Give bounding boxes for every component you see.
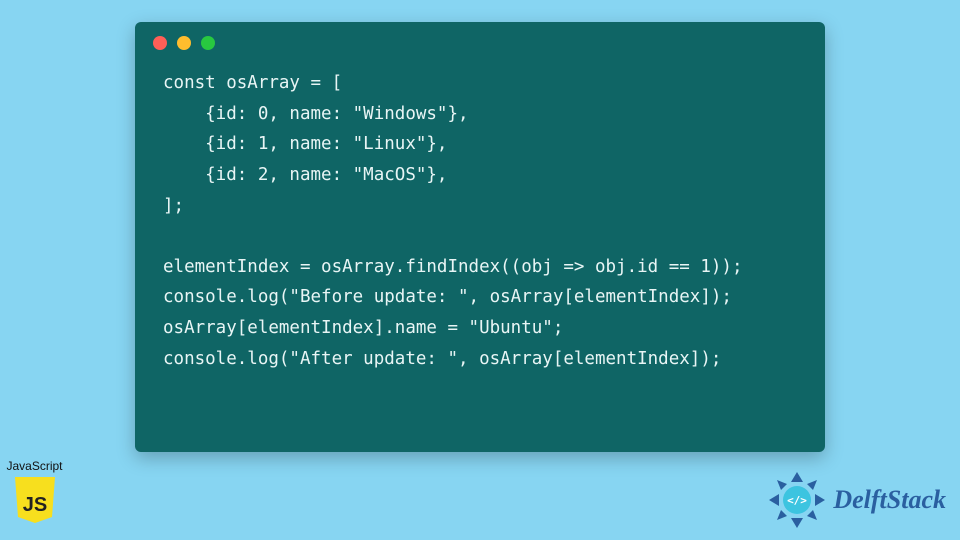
code-block: const osArray = [ {id: 0, name: "Windows… xyxy=(135,58,825,394)
maximize-icon[interactable] xyxy=(201,36,215,50)
delftstack-brand: </> DelftStack xyxy=(767,470,946,530)
minimize-icon[interactable] xyxy=(177,36,191,50)
delftstack-logo-icon: </> xyxy=(767,470,827,530)
svg-text:</>: </> xyxy=(787,494,807,507)
close-icon[interactable] xyxy=(153,36,167,50)
javascript-shield-icon: JS xyxy=(12,475,58,525)
delftstack-name: DelftStack xyxy=(833,485,946,515)
svg-text:JS: JS xyxy=(22,494,46,516)
javascript-label: JavaScript xyxy=(2,459,67,473)
javascript-badge: JavaScript JS xyxy=(2,459,67,530)
window-controls xyxy=(135,22,825,58)
code-window: const osArray = [ {id: 0, name: "Windows… xyxy=(135,22,825,452)
